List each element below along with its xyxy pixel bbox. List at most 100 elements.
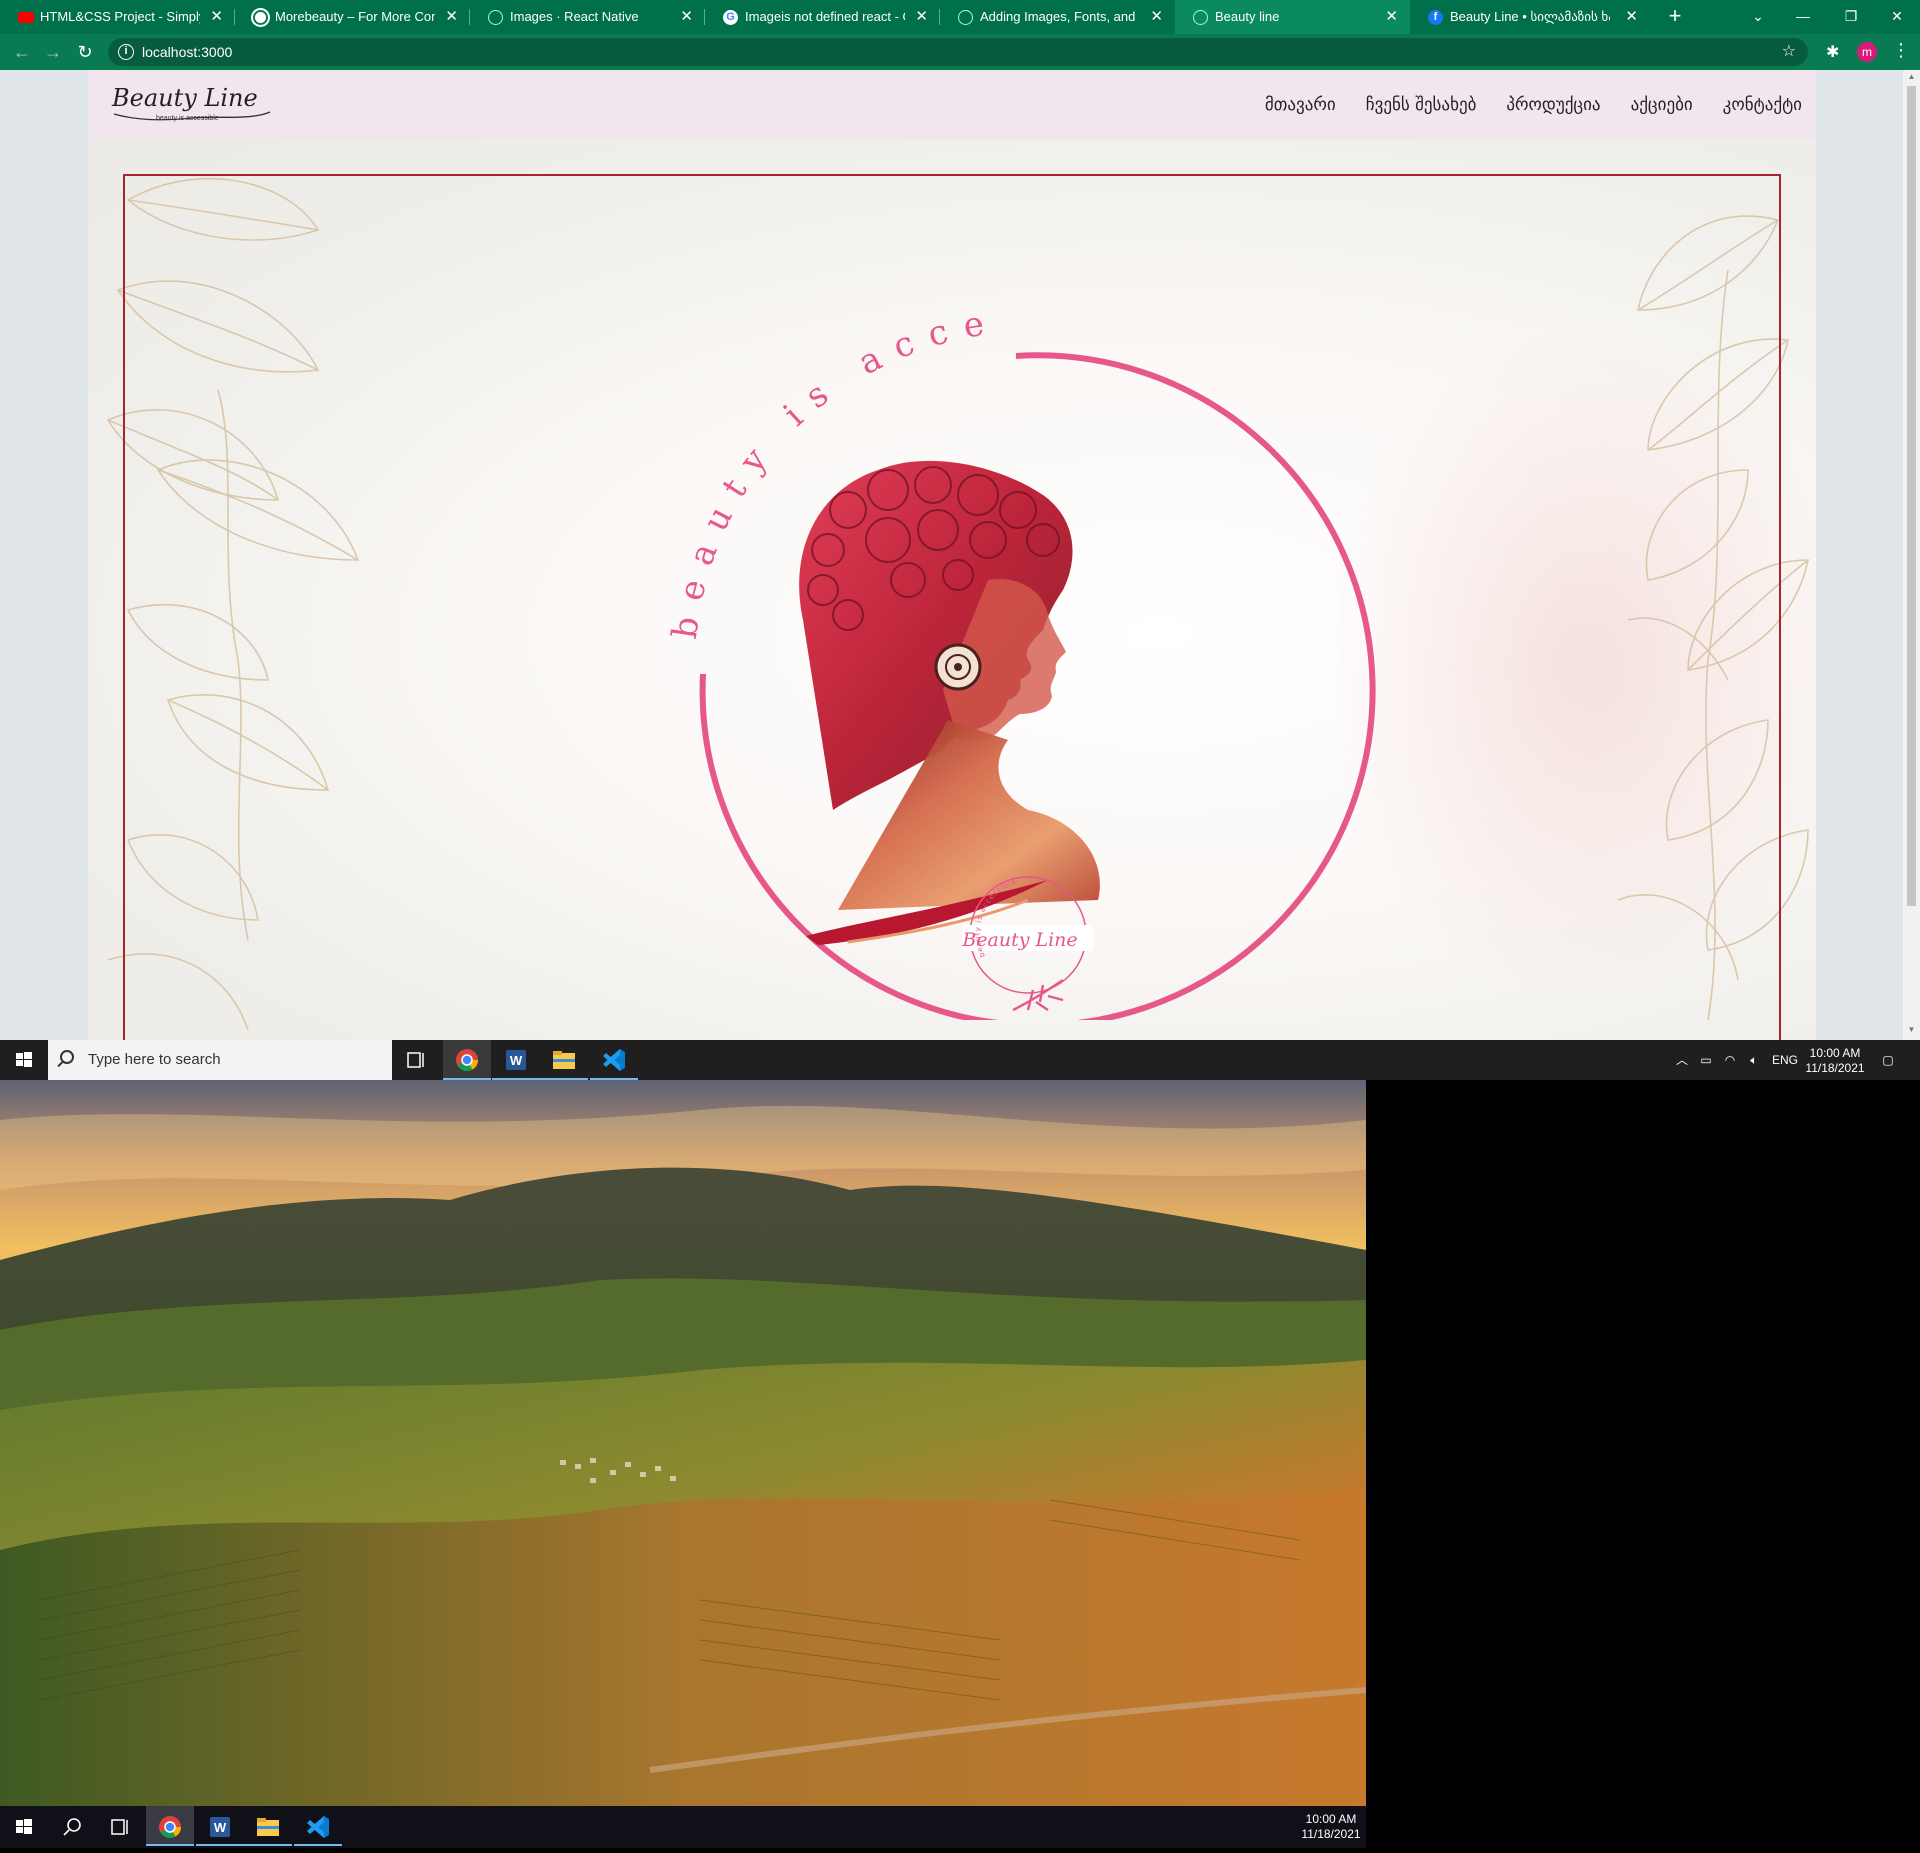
svg-text:W: W — [510, 1053, 523, 1068]
nav-item-home[interactable]: მთავარი — [1265, 95, 1336, 115]
taskbar-file-explorer[interactable] — [540, 1040, 588, 1080]
scroll-up-arrow-icon[interactable]: ▲ — [1906, 72, 1917, 84]
tab-title: Images · React Native — [510, 9, 639, 24]
nav-item-about[interactable]: ჩვენს შესახებ — [1366, 95, 1477, 115]
vscode-icon — [603, 1049, 625, 1071]
main-nav: მთავარი ჩვენს შესახებ პროდუქცია აქციები … — [1265, 70, 1802, 140]
tray-chevron-up-icon[interactable]: ︿ — [1672, 1040, 1692, 1080]
taskbar-clock[interactable]: 10:00 AM 11/18/2021 — [1800, 1046, 1870, 1076]
youtube-icon — [18, 12, 34, 23]
clock-date: 11/18/2021 — [1301, 1827, 1361, 1841]
task-view-icon — [111, 1819, 128, 1835]
tab-html-css[interactable]: HTML&CSS Project - Simply Rec ✕ — [0, 0, 235, 34]
profile-avatar[interactable]: m — [1857, 42, 1877, 62]
volume-icon[interactable]: 🔈︎ — [1742, 1040, 1766, 1080]
taskbar-file-explorer[interactable] — [244, 1806, 292, 1846]
url-text[interactable]: localhost:3000 — [142, 38, 232, 66]
page-scrollbar[interactable]: ▲ ▼ — [1903, 70, 1920, 1040]
wordpress-icon — [253, 10, 268, 25]
site-logo[interactable]: Beauty Line beauty is accessible — [112, 84, 272, 128]
reload-icon[interactable]: ↻ — [73, 40, 97, 64]
task-view-button[interactable] — [96, 1806, 144, 1846]
close-icon[interactable]: ✕ — [680, 0, 693, 34]
search-placeholder: Type here to search — [88, 1051, 221, 1068]
taskbar-vscode[interactable] — [294, 1806, 342, 1846]
tab-adding-images[interactable]: Adding Images, Fonts, and Files ✕ — [940, 0, 1175, 34]
task-view-icon — [407, 1052, 424, 1068]
task-view-button[interactable] — [392, 1040, 440, 1080]
website-page: Beauty Line beauty is accessible მთავარი… — [88, 70, 1816, 1040]
close-icon[interactable]: ✕ — [1385, 0, 1398, 34]
clock-date: 11/18/2021 — [1805, 1061, 1865, 1075]
desktop-wallpaper — [0, 1080, 1366, 1806]
taskbar-vscode[interactable] — [590, 1040, 638, 1080]
tab-title: Adding Images, Fonts, and Files — [980, 9, 1140, 24]
taskbar-chrome[interactable] — [146, 1806, 194, 1846]
unused-screen-area — [1366, 1080, 1920, 1848]
word-icon: W — [210, 1817, 230, 1837]
windows-logo-icon — [16, 1052, 32, 1067]
react-icon — [1193, 10, 1208, 25]
search-button[interactable] — [48, 1806, 96, 1846]
tab-search-chevron-icon[interactable]: ⌄ — [1735, 0, 1781, 34]
address-bar[interactable]: i localhost:3000 ☆ — [108, 38, 1808, 66]
battery-icon[interactable]: ▭ — [1694, 1040, 1718, 1080]
logo-tagline: beauty is accessible — [156, 115, 219, 122]
chrome-icon — [159, 1816, 181, 1838]
start-button[interactable] — [0, 1806, 48, 1846]
windows-logo-icon — [16, 1819, 32, 1834]
tab-google-search[interactable]: G Imageis not defined react - Goo ✕ — [705, 0, 940, 34]
tab-title: Beauty Line • სილამაზის ხაზი — [1450, 9, 1610, 24]
taskbar-clock[interactable]: 10:00 AM 11/18/2021 — [1296, 1812, 1366, 1842]
restore-button[interactable]: ❐ — [1828, 0, 1874, 34]
scroll-down-arrow-icon[interactable]: ▼ — [1906, 1025, 1917, 1037]
nav-item-contact[interactable]: კონტაქტი — [1723, 95, 1802, 115]
taskbar-word[interactable]: W — [196, 1806, 244, 1846]
close-window-button[interactable]: ✕ — [1874, 0, 1920, 34]
language-indicator[interactable]: ENG — [1768, 1040, 1802, 1080]
react-icon — [958, 10, 973, 25]
taskbar-word[interactable]: W — [492, 1040, 540, 1080]
search-icon — [63, 1818, 81, 1836]
tab-strip: HTML&CSS Project - Simply Rec ✕ Morebeau… — [0, 0, 1920, 34]
browser-window: HTML&CSS Project - Simply Rec ✕ Morebeau… — [0, 0, 1920, 1040]
start-button[interactable] — [0, 1040, 48, 1080]
forward-arrow-icon[interactable]: → — [41, 40, 65, 64]
extensions-puzzle-icon[interactable]: ✱ — [1826, 42, 1839, 62]
folder-icon — [553, 1051, 575, 1069]
bookmark-star-icon[interactable]: ☆ — [1782, 38, 1796, 66]
facebook-icon: f — [1428, 10, 1443, 25]
word-icon: W — [506, 1050, 526, 1070]
taskbar-chrome[interactable] — [443, 1040, 491, 1080]
svg-text:W: W — [214, 1820, 227, 1835]
taskbar-search-box[interactable]: Type here to search — [48, 1040, 392, 1080]
clock-time: 10:00 AM — [1809, 1046, 1861, 1060]
landscape-image — [0, 1080, 1366, 1806]
back-arrow-icon[interactable]: ← — [10, 40, 34, 64]
site-info-icon[interactable]: i — [118, 44, 134, 60]
search-icon — [60, 1050, 74, 1064]
action-center-icon[interactable]: ▢ — [1872, 1040, 1904, 1080]
new-tab-button[interactable]: + — [1660, 0, 1690, 34]
wifi-icon[interactable]: ◠ — [1718, 1040, 1742, 1080]
woman-silhouette-illustration — [799, 460, 1100, 945]
close-icon[interactable]: ✕ — [915, 0, 928, 34]
scroll-thumb[interactable] — [1907, 86, 1916, 906]
hero-section: beauty is accessible — [88, 140, 1816, 1040]
tab-facebook-beauty-line[interactable]: f Beauty Line • სილამაზის ხაზი ✕ — [1410, 0, 1650, 34]
menu-dots-icon[interactable]: ⋮ — [1892, 40, 1910, 61]
minimize-button[interactable]: — — [1780, 0, 1826, 34]
close-icon[interactable]: ✕ — [1625, 0, 1638, 34]
nav-item-products[interactable]: პროდუქცია — [1506, 95, 1600, 115]
tab-title: Morebeauty – For More Complic — [275, 9, 435, 24]
tab-beauty-line-active[interactable]: Beauty line ✕ — [1175, 0, 1410, 34]
close-icon[interactable]: ✕ — [210, 0, 223, 34]
close-icon[interactable]: ✕ — [445, 0, 458, 34]
close-icon[interactable]: ✕ — [1150, 0, 1163, 34]
tab-morebeauty[interactable]: Morebeauty – For More Complic ✕ — [235, 0, 470, 34]
secondary-taskbar: W 10:00 AM 11/18/2021 — [0, 1806, 1366, 1848]
nav-item-promotions[interactable]: აქციები — [1631, 95, 1693, 115]
page-viewport: Beauty Line beauty is accessible მთავარი… — [0, 70, 1920, 1040]
clock-time: 10:00 AM — [1305, 1812, 1357, 1826]
tab-images-react-native[interactable]: Images · React Native ✕ — [470, 0, 705, 34]
